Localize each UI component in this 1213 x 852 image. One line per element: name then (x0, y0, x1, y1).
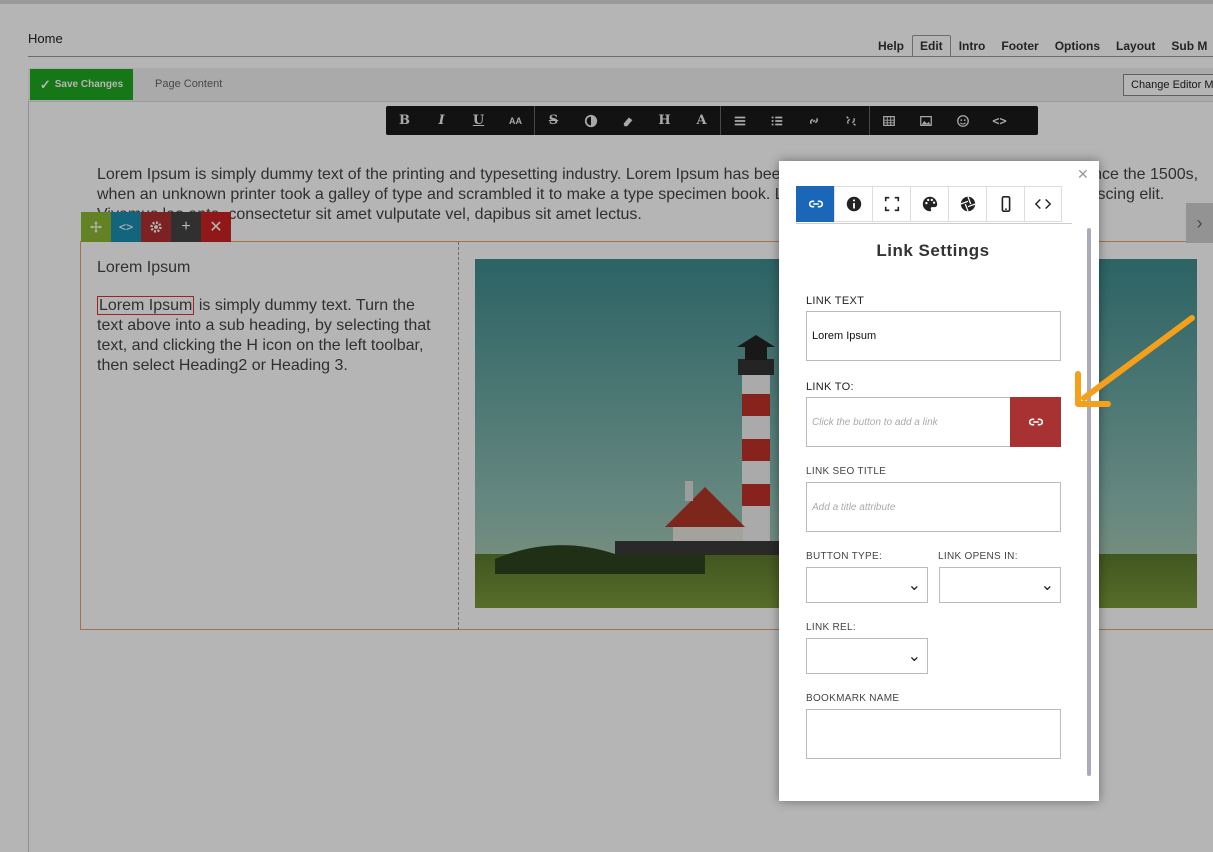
bookmark-input[interactable] (806, 709, 1061, 759)
code-icon[interactable] (1024, 186, 1062, 222)
aperture-icon[interactable] (948, 186, 986, 222)
seo-title-label: LINK SEO TITLE (806, 466, 887, 477)
link-opens-select[interactable]: ⌄ (939, 567, 1061, 603)
link-rel-label: LINK REL: (806, 622, 856, 633)
modal-title: Link Settings (876, 241, 990, 260)
link-rel-select[interactable]: ⌄ (806, 638, 928, 674)
chevron-down-icon: ⌄ (1040, 577, 1054, 594)
seo-title-input[interactable]: Add a title attribute (806, 482, 1061, 532)
link-icon[interactable] (796, 186, 834, 222)
info-icon[interactable] (834, 186, 872, 222)
link-icon (1028, 418, 1043, 426)
modal-scrollbar[interactable] (1087, 228, 1091, 776)
chevron-down-icon: ⌄ (907, 577, 921, 594)
button-type-select[interactable]: ⌄ (806, 567, 928, 603)
palette-icon[interactable] (910, 186, 948, 222)
link-to-placeholder: Click the button to add a link (812, 416, 938, 428)
link-text-input[interactable]: Lorem Ipsum (806, 311, 1061, 361)
link-settings-modal: ✕ Link Settings LINK TEXT Lorem Ipsum LI… (779, 161, 1099, 801)
close-icon[interactable]: ✕ (1077, 166, 1089, 183)
link-text-label: LINK TEXT (806, 295, 865, 307)
button-type-label: BUTTON TYPE: (806, 551, 883, 562)
bookmark-label: BOOKMARK NAME (806, 693, 900, 704)
link-to-input[interactable]: Click the button to add a link (806, 397, 1011, 447)
seo-title-placeholder: Add a title attribute (812, 501, 896, 513)
chevron-down-icon: ⌄ (907, 648, 921, 665)
modal-tabs (796, 186, 1072, 224)
add-link-button[interactable] (1010, 397, 1061, 447)
annotation-arrow-icon (1075, 315, 1195, 407)
link-opens-label: LINK OPENS IN: (938, 551, 1018, 562)
expand-icon[interactable] (872, 186, 910, 222)
mobile-icon[interactable] (986, 186, 1024, 222)
link-to-label: LINK TO: (806, 381, 854, 393)
